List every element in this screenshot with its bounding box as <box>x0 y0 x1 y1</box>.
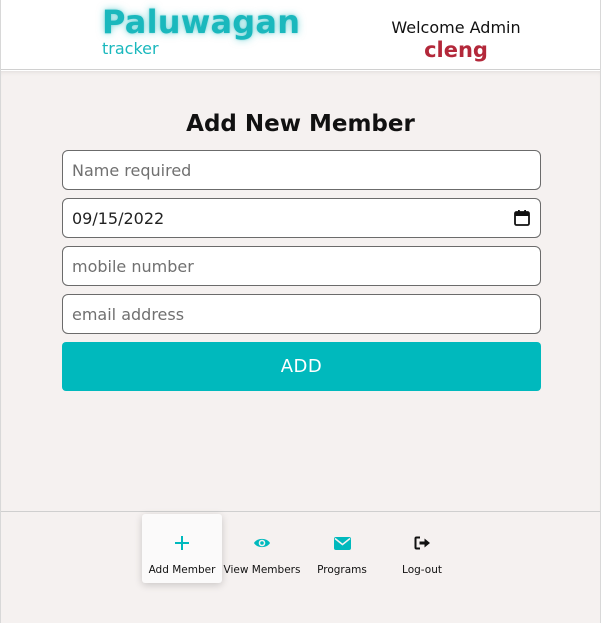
name-input[interactable] <box>72 160 531 180</box>
nav-label-logout: Log-out <box>402 564 442 576</box>
app-frame: Paluwagan tracker Welcome Admin cleng Ad… <box>0 0 601 623</box>
email-input[interactable] <box>72 304 531 324</box>
email-field[interactable] <box>62 294 541 334</box>
add-button[interactable]: ADD <box>62 342 541 391</box>
nav-item-add-member[interactable]: Add Member <box>142 514 222 583</box>
calendar-icon[interactable] <box>513 209 531 227</box>
header: Paluwagan tracker Welcome Admin cleng <box>1 0 600 70</box>
logout-icon <box>414 532 431 554</box>
date-field[interactable]: 09/15/2022 <box>62 198 541 238</box>
brand-title: Paluwagan <box>102 3 301 41</box>
welcome-block: Welcome Admin cleng <box>385 18 527 62</box>
nav-bar: Add Member View Members Programs Log-out <box>142 514 462 583</box>
brand: Paluwagan tracker <box>102 2 300 58</box>
nav-item-logout[interactable]: Log-out <box>382 514 462 583</box>
plus-icon <box>175 532 189 554</box>
main-content: Add New Member 09/15/2022 ADD <box>1 71 600 511</box>
name-field[interactable] <box>62 150 541 190</box>
nav-item-view-members[interactable]: View Members <box>222 514 302 583</box>
mobile-field[interactable] <box>62 246 541 286</box>
bottom-nav: Add Member View Members Programs Log-out <box>1 511 600 623</box>
date-value: 09/15/2022 <box>72 208 165 228</box>
envelope-icon <box>333 532 351 554</box>
admin-name: cleng <box>424 38 488 62</box>
mobile-input[interactable] <box>72 256 531 276</box>
welcome-text: Welcome Admin <box>391 18 521 37</box>
form-title: Add New Member <box>186 111 415 137</box>
eye-icon <box>253 532 271 554</box>
nav-label-programs: Programs <box>317 564 367 576</box>
nav-label-view-members: View Members <box>223 564 301 576</box>
nav-label-add-member: Add Member <box>148 564 216 576</box>
nav-item-programs[interactable]: Programs <box>302 514 382 583</box>
brand-subtitle: tracker <box>102 39 159 58</box>
